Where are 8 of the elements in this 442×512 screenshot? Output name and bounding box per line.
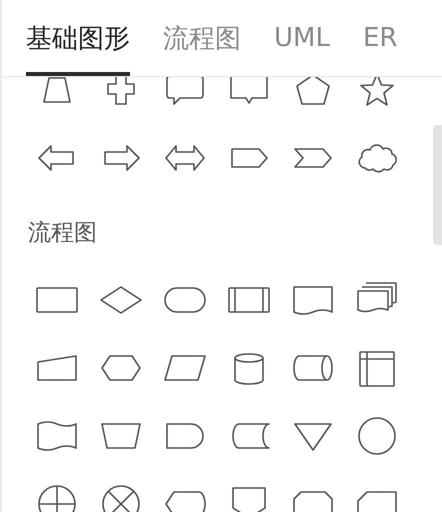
tab[interactable]: ER [362,0,398,76]
tab[interactable]: 流程图 [163,0,241,76]
tab[interactable]: 基础图形 [26,0,130,76]
circle-icon[interactable] [355,416,399,456]
section-heading: 流程图 [28,220,97,246]
tab[interactable]: UML [274,0,330,76]
crossed-circle-icon[interactable] [35,484,79,512]
scrollbar-thumb[interactable] [433,125,442,245]
